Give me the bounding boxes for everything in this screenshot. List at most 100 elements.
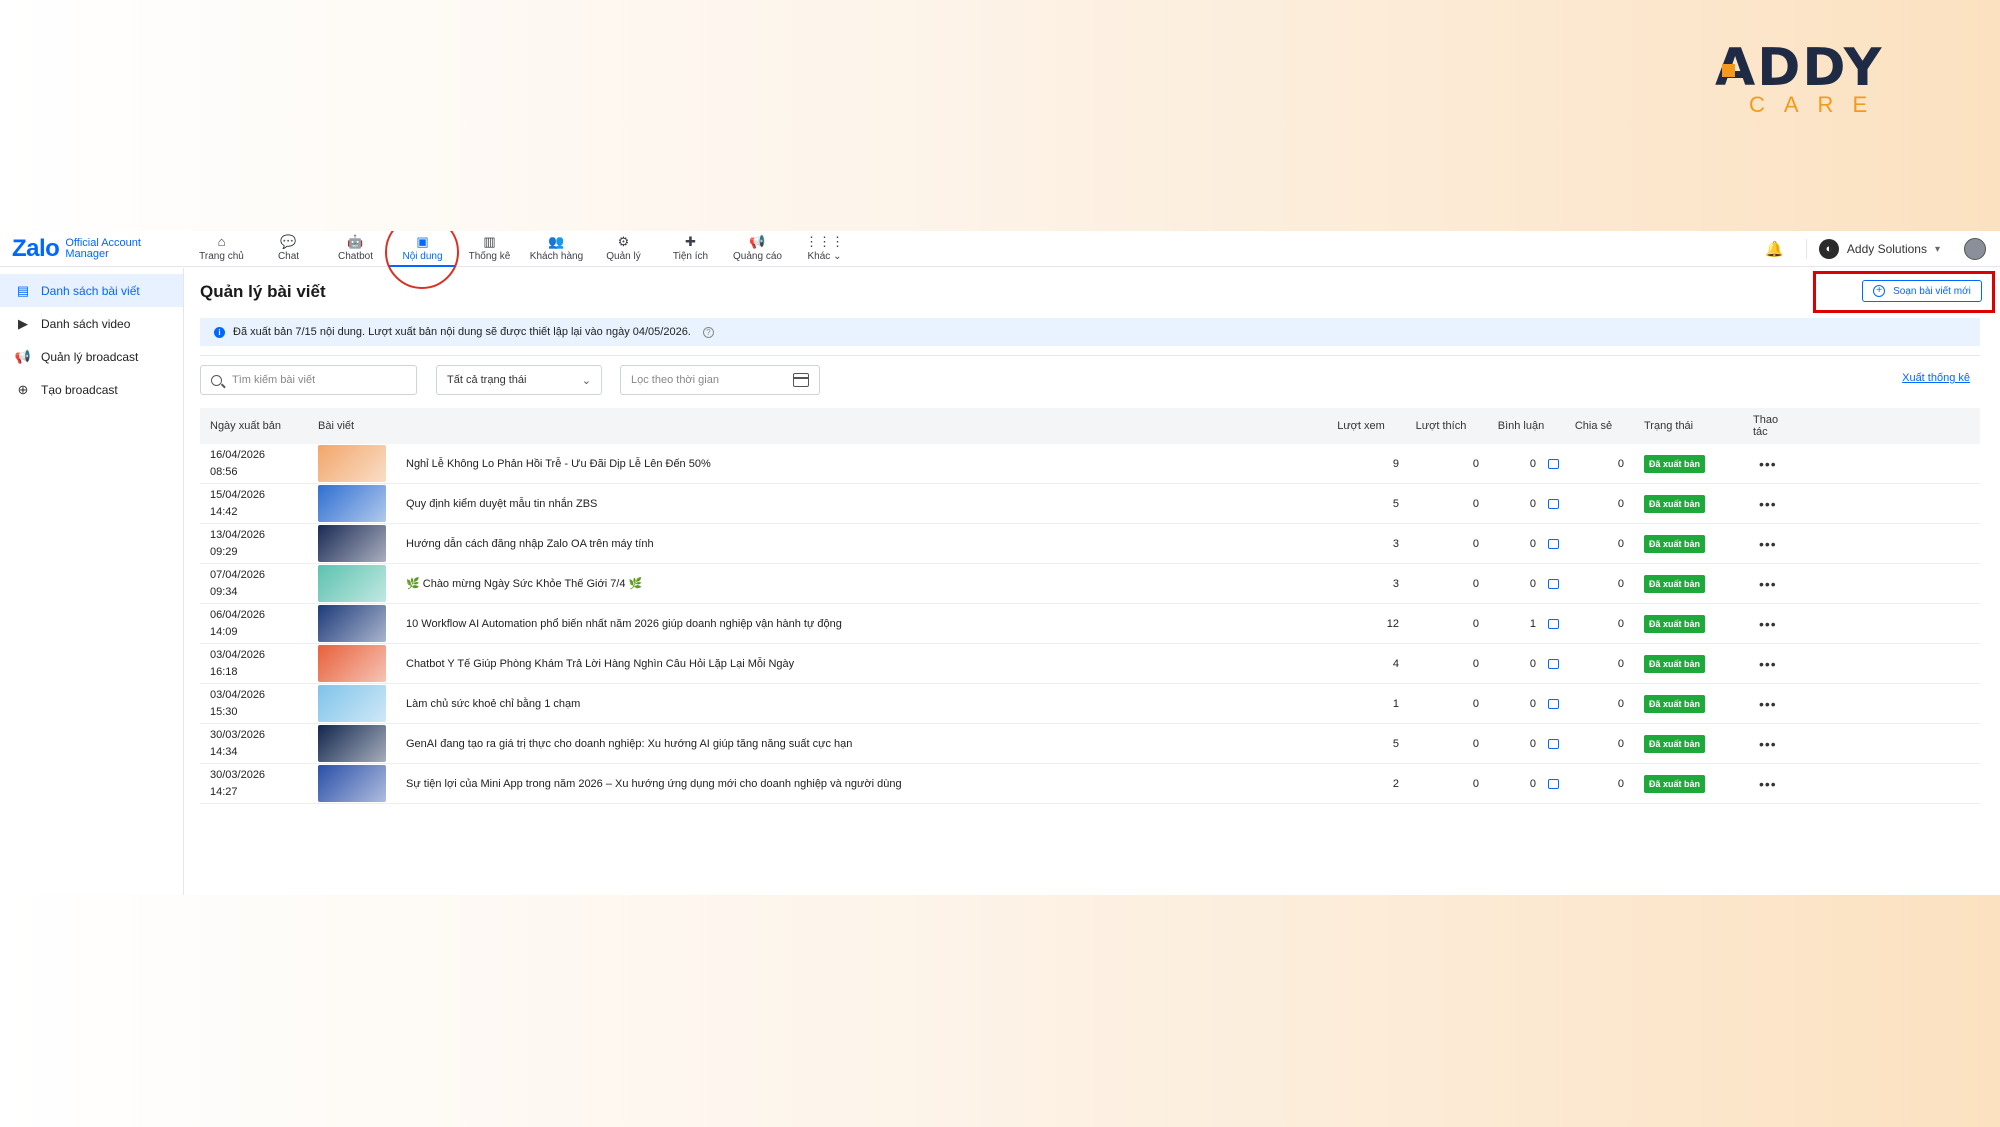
- more-actions-icon[interactable]: •••: [1759, 536, 1777, 552]
- bell-icon[interactable]: 🔔: [1765, 240, 1784, 258]
- shares-count: 0: [1617, 617, 1624, 630]
- more-actions-icon[interactable]: •••: [1759, 456, 1777, 472]
- sidebar-item-label: Danh sách bài viết: [41, 283, 140, 298]
- comments-count: 0: [1529, 497, 1536, 510]
- nav-item-home[interactable]: ⌂ Trang chủ: [188, 231, 255, 267]
- account-switcher[interactable]: ◐ Addy Solutions ▾: [1805, 239, 1940, 259]
- comment-icon[interactable]: [1548, 618, 1559, 629]
- table-row[interactable]: 03/04/2026 15:30 Làm chủ sức khoẻ chỉ bằng…: [200, 684, 1980, 724]
- post-thumbnail[interactable]: [318, 765, 386, 802]
- nav-item-label: Khác ⌄: [807, 251, 842, 262]
- date-filter-input[interactable]: Lọc theo thời gian: [620, 365, 820, 395]
- more-actions-icon[interactable]: •••: [1759, 496, 1777, 512]
- comment-icon[interactable]: [1548, 698, 1559, 709]
- sidebar-item-video[interactable]: ▶ Danh sách video: [0, 307, 183, 340]
- sidebar-item-article-list[interactable]: ▤ Danh sách bài viết: [0, 274, 183, 307]
- post-title[interactable]: GenAI đang tạo ra giá trị thực cho doanh…: [406, 738, 852, 750]
- comment-icon[interactable]: [1548, 498, 1559, 509]
- more-actions-icon[interactable]: •••: [1759, 576, 1777, 592]
- post-thumbnail[interactable]: [318, 605, 386, 642]
- more-apps-icon: ⋮⋮⋮: [805, 234, 844, 249]
- post-thumbnail[interactable]: [318, 685, 386, 722]
- comment-icon[interactable]: [1548, 578, 1559, 589]
- post-title[interactable]: Làm chủ sức khoẻ chỉ bằng 1 chạm: [406, 698, 580, 710]
- nav-item-more-apps[interactable]: ⋮⋮⋮ Khác ⌄: [791, 231, 858, 267]
- table-row[interactable]: 03/04/2026 16:18 Chatbot Y Tế Giúp Phòng K…: [200, 644, 1980, 684]
- help-icon[interactable]: ?: [702, 326, 714, 338]
- chevron-down-icon: ▾: [1934, 243, 1940, 255]
- comment-icon[interactable]: [1548, 538, 1559, 549]
- more-actions-icon[interactable]: •••: [1759, 616, 1777, 632]
- export-stats-link[interactable]: Xuất thống kê: [1902, 372, 1970, 384]
- table-row[interactable]: 30/03/2026 14:27 Sự tiện lợi của Mini App …: [200, 764, 1980, 804]
- post-title[interactable]: Sự tiện lợi của Mini App trong năm 2026 …: [406, 778, 902, 790]
- comment-icon[interactable]: [1548, 778, 1559, 789]
- post-cell: Hướng dẫn cách đăng nhập Zalo OA trên má…: [318, 525, 1323, 562]
- comment-icon[interactable]: [1548, 738, 1559, 749]
- post-thumbnail[interactable]: [318, 445, 386, 482]
- table-row[interactable]: 16/04/2026 08:56 Nghỉ Lễ Không Lo Phản Hồi…: [200, 444, 1980, 484]
- manage-icon: ⚙: [617, 234, 630, 249]
- shares-count: 0: [1617, 457, 1624, 470]
- post-thumbnail[interactable]: [318, 525, 386, 562]
- user-avatar[interactable]: [1964, 238, 1986, 260]
- table-row[interactable]: 15/04/2026 14:42 Quy định kiểm duyệt mẫu t…: [200, 484, 1980, 524]
- nav-item-manage[interactable]: ⚙ Quản lý: [590, 231, 657, 267]
- nav-item-label: Quản lý: [606, 251, 641, 262]
- actions-cell: •••: [1723, 736, 1793, 752]
- publish-date-time: 16:18: [210, 665, 238, 678]
- post-thumbnail[interactable]: [318, 565, 386, 602]
- comment-icon[interactable]: [1548, 658, 1559, 669]
- publish-date-day: 30/03/2026: [210, 768, 266, 781]
- post-title[interactable]: Quy định kiểm duyệt mẫu tin nhắn ZBS: [406, 498, 597, 510]
- sidebar-item-broadcast[interactable]: 📢 Quản lý broadcast: [0, 340, 183, 373]
- post-title[interactable]: Hướng dẫn cách đăng nhập Zalo OA trên má…: [406, 538, 654, 550]
- notice-text: Đã xuất bản 7/15 nội dung. Lượt xuất bản…: [233, 326, 691, 338]
- comments-count: 1: [1529, 617, 1536, 630]
- post-title[interactable]: 10 Workflow AI Automation phổ biến nhất …: [406, 618, 842, 630]
- column-header: Bài viết: [318, 420, 355, 432]
- post-title[interactable]: Nghỉ Lễ Không Lo Phản Hồi Trễ - Ưu Đãi D…: [406, 458, 711, 470]
- table-row[interactable]: 30/03/2026 14:34 GenAI đang tạo ra giá trị…: [200, 724, 1980, 764]
- column-header: Lượt thích: [1415, 420, 1467, 432]
- table-row[interactable]: 07/04/2026 09:34 🌿 Chào mừng Ngày Sức Khỏe…: [200, 564, 1980, 604]
- status-filter-select[interactable]: Tất cả trạng thái ⌄: [436, 365, 602, 395]
- nav-item-ads[interactable]: 📢 Quảng cáo: [724, 231, 791, 267]
- post-cell: Làm chủ sức khoẻ chỉ bằng 1 chạm: [318, 685, 1323, 722]
- post-title[interactable]: Chatbot Y Tế Giúp Phòng Khám Trả Lời Hàn…: [406, 658, 794, 670]
- likes-count: 0: [1472, 497, 1479, 510]
- status-cell: Đã xuất bản: [1628, 694, 1723, 713]
- post-thumbnail[interactable]: [318, 485, 386, 522]
- nav-item-stats[interactable]: ▥ Thống kê: [456, 231, 523, 267]
- column-header: Chia sẻ: [1574, 420, 1613, 432]
- publish-date: 15/04/2026 14:42: [200, 487, 318, 521]
- more-actions-icon[interactable]: •••: [1759, 776, 1777, 792]
- nav-item-content[interactable]: ▣ Nội dung: [389, 231, 456, 267]
- more-actions-icon[interactable]: •••: [1759, 656, 1777, 672]
- status-cell: Đã xuất bản: [1628, 494, 1723, 513]
- table-row[interactable]: 13/04/2026 09:29 Hướng dẫn cách đăng nhập …: [200, 524, 1980, 564]
- nav-item-label: Thống kê: [468, 251, 511, 262]
- nav-item-label: Quảng cáo: [733, 251, 782, 262]
- search-input[interactable]: Tìm kiếm bài viết: [200, 365, 417, 395]
- comments-count: 0: [1529, 537, 1536, 550]
- nav-item-customers[interactable]: 👥 Khách hàng: [523, 231, 590, 267]
- new-post-button[interactable]: + Soạn bài viết mới: [1862, 280, 1982, 302]
- main-content: Quản lý bài viết + Soạn bài viết mới i Đ…: [185, 268, 2000, 895]
- publish-date-time: 14:27: [210, 785, 238, 798]
- post-thumbnail[interactable]: [318, 725, 386, 762]
- more-actions-icon[interactable]: •••: [1759, 696, 1777, 712]
- post-thumbnail[interactable]: [318, 645, 386, 682]
- sidebar-item-plus-circle[interactable]: ⊕ Tạo broadcast: [0, 373, 183, 406]
- nav-item-utilities[interactable]: ✚ Tiện ích: [657, 231, 724, 267]
- post-title[interactable]: 🌿 Chào mừng Ngày Sức Khỏe Thế Giới 7/4 🌿: [406, 577, 642, 590]
- publish-date: 03/04/2026 16:18: [200, 647, 318, 681]
- info-icon: i: [214, 326, 225, 338]
- more-actions-icon[interactable]: •••: [1759, 736, 1777, 752]
- nav-item-chat[interactable]: 💬 Chat: [255, 231, 322, 267]
- nav-item-chatbot[interactable]: 🤖 Chatbot: [322, 231, 389, 267]
- zalo-oa-logo[interactable]: Zalo Official Account Manager: [12, 235, 141, 263]
- comment-icon[interactable]: [1548, 458, 1559, 469]
- chat-icon: 💬: [280, 234, 297, 249]
- table-row[interactable]: 06/04/2026 14:09 10 Workflow AI Automation…: [200, 604, 1980, 644]
